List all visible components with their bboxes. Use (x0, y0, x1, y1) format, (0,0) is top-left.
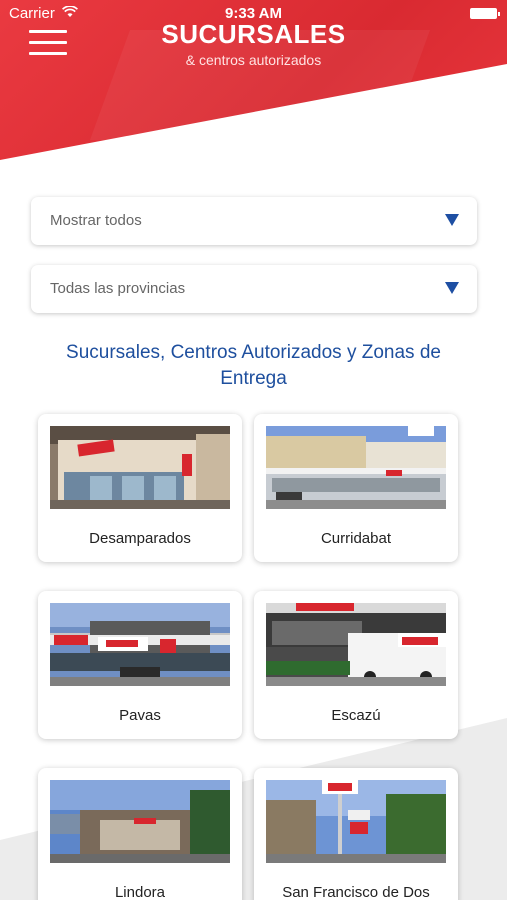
branch-name: Desamparados (89, 530, 191, 547)
branch-photo (50, 780, 230, 863)
branch-name: Lindora (114, 884, 166, 900)
branch-name: Curridabat (320, 530, 392, 547)
chevron-down-icon (445, 214, 459, 226)
branch-name: Pavas (119, 707, 161, 724)
type-filter-value: Mostrar todos (50, 212, 142, 229)
branch-name: San Francisco de Dos (282, 884, 430, 900)
branch-photo (266, 603, 446, 686)
type-filter-select[interactable]: Mostrar todos (31, 197, 477, 245)
page-title: SUCURSALES (161, 19, 346, 49)
branch-photo (50, 426, 230, 509)
branch-card-escazu[interactable]: Escazú (254, 591, 458, 739)
province-filter-value: Todas las provincias (50, 280, 186, 297)
branch-name: Escazú (331, 707, 381, 724)
branch-photo (266, 426, 446, 509)
section-heading: Sucursales, Centros Autorizados y Zonas … (66, 342, 441, 389)
branch-card-pavas[interactable]: Pavas (38, 591, 242, 739)
branch-card-desamparados[interactable]: Desamparados (38, 414, 242, 562)
province-filter-select[interactable]: Todas las provincias (31, 265, 477, 313)
branch-card-curridabat[interactable]: Curridabat (254, 414, 458, 562)
page-subtitle: & centros autorizados (185, 52, 322, 68)
battery-icon (470, 8, 500, 19)
branch-photo (266, 780, 446, 863)
branch-photo (50, 603, 230, 686)
branch-card-lindora[interactable]: Lindora (38, 768, 242, 900)
branch-card-san-francisco-de-dos[interactable]: San Francisco de Dos (254, 768, 458, 900)
chevron-down-icon (445, 282, 459, 294)
